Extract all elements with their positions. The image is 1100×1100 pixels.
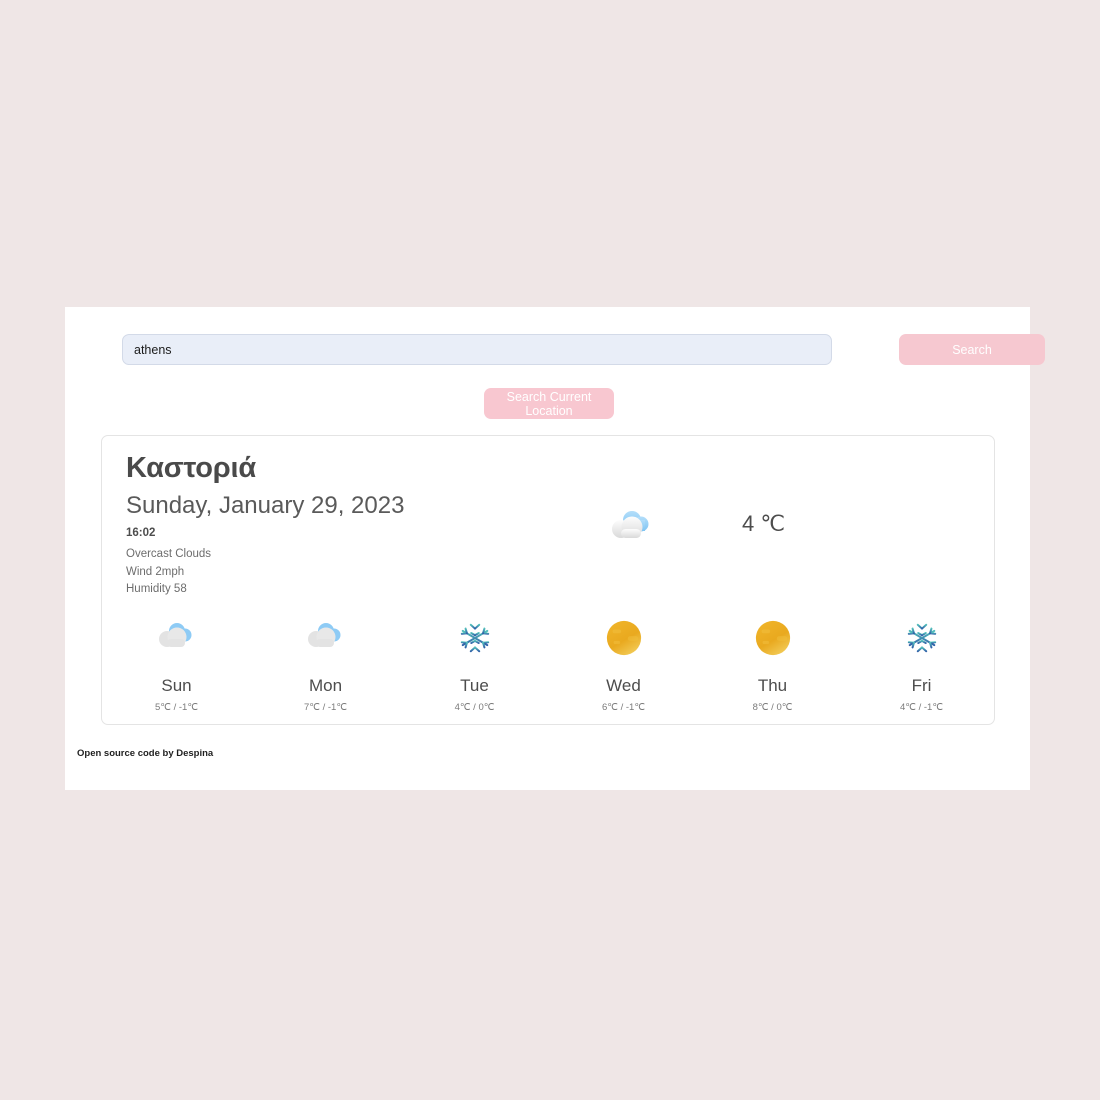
weather-app-panel: Search Search Current Location Καστοριά … bbox=[65, 307, 1045, 790]
current-weather-card: Καστοριά Sunday, January 29, 2023 16:02 … bbox=[101, 435, 995, 725]
forecast-row: Sun 5℃ / -1℃ Mon 7℃ / -1℃ Tue 4℃ / 0℃ We… bbox=[102, 618, 996, 713]
forecast-day-label: Mon bbox=[308, 676, 343, 695]
cloud-icon bbox=[304, 618, 348, 658]
weather-description: Overcast Clouds bbox=[126, 548, 212, 560]
search-row: Search bbox=[122, 334, 1045, 365]
humidity-value: Humidity 58 bbox=[126, 583, 187, 595]
forecast-day: Sun 5℃ / -1℃ bbox=[102, 618, 251, 713]
forecast-day: Wed 6℃ / -1℃ bbox=[549, 618, 698, 713]
forecast-day: Mon 7℃ / -1℃ bbox=[251, 618, 400, 713]
forecast-day-label: Tue bbox=[460, 676, 489, 695]
forecast-day-temps: 5℃ / -1℃ bbox=[155, 702, 198, 713]
forecast-day-temps: 4℃ / 0℃ bbox=[454, 702, 495, 713]
snowflake-icon bbox=[900, 618, 944, 658]
forecast-day-label: Sun bbox=[161, 676, 192, 695]
forecast-day-temps: 8℃ / 0℃ bbox=[752, 702, 793, 713]
current-time: 16:02 bbox=[126, 527, 156, 539]
current-temperature: 4 ℃ bbox=[742, 511, 786, 536]
sun-icon bbox=[602, 618, 646, 658]
wind-value: Wind 2mph bbox=[126, 565, 185, 578]
current-date: Sunday, January 29, 2023 bbox=[126, 492, 405, 519]
snowflake-icon bbox=[453, 618, 497, 658]
forecast-day: Tue 4℃ / 0℃ bbox=[400, 618, 549, 713]
forecast-day-temps: 7℃ / -1℃ bbox=[304, 702, 347, 713]
search-button[interactable]: Search bbox=[899, 334, 1045, 365]
forecast-day-label: Wed bbox=[606, 676, 641, 695]
search-current-location-button[interactable]: Search Current Location bbox=[484, 388, 614, 419]
footer-credit: Open source code by Despina bbox=[77, 748, 214, 759]
forecast-day-temps: 6℃ / -1℃ bbox=[602, 702, 645, 713]
current-conditions: Overcast Clouds Wind 2mph Humidity 58 bbox=[126, 546, 211, 599]
forecast-day: Thu 8℃ / 0℃ bbox=[698, 618, 847, 713]
city-name: Καστοριά bbox=[126, 452, 257, 484]
forecast-day-label: Thu bbox=[757, 676, 788, 695]
cloud-icon bbox=[608, 508, 656, 548]
forecast-day: Fri 4℃ / -1℃ bbox=[847, 618, 996, 713]
sun-icon bbox=[751, 618, 795, 658]
forecast-day-temps: 4℃ / -1℃ bbox=[900, 702, 943, 713]
search-input[interactable] bbox=[122, 334, 832, 365]
cloud-icon bbox=[155, 618, 199, 658]
forecast-day-label: Fri bbox=[911, 676, 932, 695]
